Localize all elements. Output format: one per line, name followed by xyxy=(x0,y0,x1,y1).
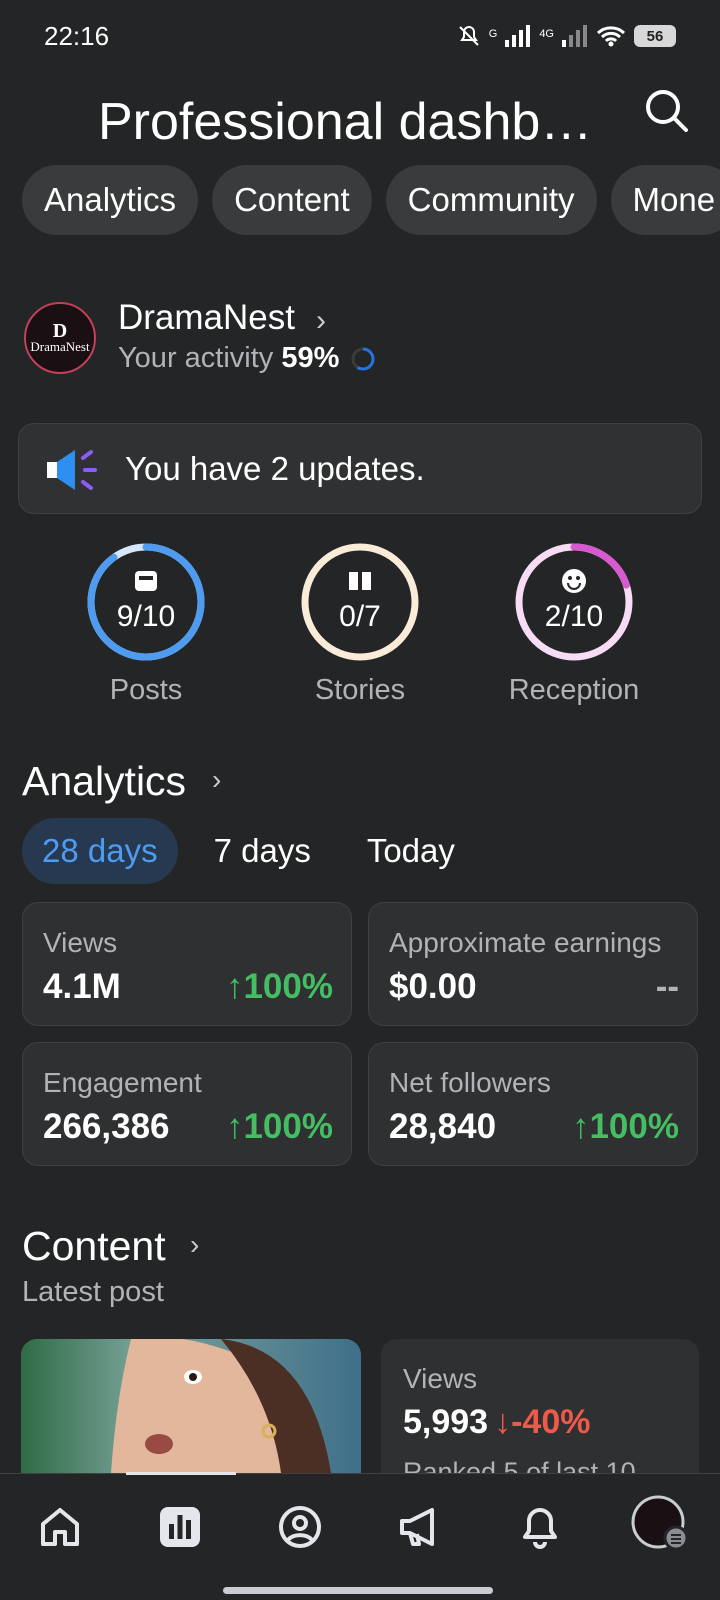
nav-profile[interactable] xyxy=(270,1500,330,1554)
earnings-card[interactable]: Approximate earnings $0.00 -- xyxy=(368,902,698,1026)
card-value: 28,840 xyxy=(389,1107,497,1146)
avatar-letter: D xyxy=(52,320,68,342)
card-change: -- xyxy=(655,967,679,1006)
status-bar: 22:16 G 4G 56 xyxy=(0,0,720,72)
analytics-chevron-icon[interactable]: › xyxy=(212,764,221,796)
page-avatar: D DramaNest xyxy=(24,302,96,374)
home-icon xyxy=(41,1508,79,1546)
profile-row[interactable]: D DramaNest DramaNest › Your activity 59… xyxy=(24,298,704,376)
range-7-days[interactable]: 7 days xyxy=(194,818,331,884)
post-icon xyxy=(135,571,157,591)
signal-icon xyxy=(505,25,531,47)
nav-home[interactable] xyxy=(30,1500,90,1554)
megaphone-icon xyxy=(47,450,97,490)
goal-posts[interactable]: 9/10 Posts xyxy=(66,540,226,720)
reception-count: 2/10 xyxy=(544,600,604,633)
header: Professional dashb… xyxy=(0,82,720,162)
card-label: Net followers xyxy=(389,1067,551,1098)
net-followers-card[interactable]: Net followers 28,840 ↑100% xyxy=(368,1042,698,1166)
card-change: ↑100% xyxy=(225,1107,333,1146)
network-4g-label: 4G xyxy=(539,28,554,40)
dashboard-icon xyxy=(160,1507,200,1547)
activity-progress-ring-icon xyxy=(351,347,375,371)
tab-community[interactable]: Community xyxy=(385,165,597,235)
post-views-value: 5,993 xyxy=(403,1403,489,1441)
battery-icon: 56 xyxy=(634,25,676,47)
activity-label: Your activity xyxy=(118,342,274,374)
post-thumbnail[interactable] xyxy=(21,1339,361,1473)
smile-icon xyxy=(562,569,586,593)
card-value: 4.1M xyxy=(43,967,121,1006)
post-views-change: ↓-40% xyxy=(494,1403,591,1441)
goal-reception[interactable]: 2/10 Reception xyxy=(494,540,654,720)
chevron-right-icon: › xyxy=(316,304,326,337)
post-views-value-row: 5,993 ↓-40% xyxy=(403,1403,590,1442)
bell-icon xyxy=(523,1508,557,1549)
content-title[interactable]: Content xyxy=(22,1223,166,1270)
stories-label: Stories xyxy=(314,674,406,706)
posts-label: Posts xyxy=(109,674,183,706)
post-views-label: Views xyxy=(403,1363,478,1394)
goal-rings: 9/10 Posts 0/7 Stories 2/10 Reception xyxy=(0,540,720,720)
network-g-label: G xyxy=(488,28,498,40)
nav-notifications[interactable] xyxy=(510,1500,570,1554)
engagement-card[interactable]: Engagement 266,386 ↑100% xyxy=(22,1042,352,1166)
range-28-days[interactable]: 28 days xyxy=(22,818,178,884)
post-stats-card[interactable]: Views 5,993 ↓-40% Ranked 5 of last 10 xyxy=(381,1339,699,1487)
latest-post-label: Latest post xyxy=(22,1276,164,1308)
search-button[interactable] xyxy=(640,84,694,138)
book-icon xyxy=(349,572,371,590)
nav-dashboard[interactable] xyxy=(150,1500,210,1554)
bottom-nav xyxy=(0,1472,720,1600)
card-label: Approximate earnings xyxy=(389,927,662,958)
content-chevron-icon[interactable]: › xyxy=(190,1229,199,1261)
search-icon xyxy=(646,90,688,132)
goal-stories[interactable]: 0/7 Stories xyxy=(280,540,440,720)
views-card[interactable]: Views 4.1M ↑100% xyxy=(22,902,352,1026)
range-today[interactable]: Today xyxy=(347,818,475,884)
nav-ads[interactable] xyxy=(390,1500,450,1554)
dashboard-tabs: Analytics Content Community Mone xyxy=(22,165,720,235)
status-time: 22:16 xyxy=(44,20,110,51)
card-change: ↑100% xyxy=(225,967,333,1006)
tab-monetization[interactable]: Mone xyxy=(610,165,720,235)
card-change: ↑100% xyxy=(571,1107,679,1146)
signal-weak-icon xyxy=(562,25,587,47)
avatar-icon xyxy=(631,1495,689,1551)
tab-content[interactable]: Content xyxy=(212,165,372,235)
posts-count: 9/10 xyxy=(116,600,176,633)
megaphone-nav-icon xyxy=(400,1508,434,1546)
range-tabs: 28 days 7 days Today xyxy=(22,818,491,884)
home-indicator[interactable] xyxy=(223,1587,493,1594)
activity-percent: 59% xyxy=(281,342,340,374)
nav-active-indicator xyxy=(126,1472,236,1475)
profile-icon xyxy=(279,1506,321,1548)
avatar-text: DramaNest xyxy=(30,339,90,354)
card-value: $0.00 xyxy=(389,967,477,1006)
nav-account-avatar[interactable] xyxy=(630,1494,690,1554)
post-thumbnail-image xyxy=(21,1339,361,1473)
card-value: 266,386 xyxy=(43,1107,170,1146)
tab-analytics[interactable]: Analytics xyxy=(22,165,199,235)
reception-label: Reception xyxy=(508,674,640,706)
card-label: Views xyxy=(43,927,118,958)
analytics-title[interactable]: Analytics xyxy=(22,758,186,805)
card-label: Engagement xyxy=(43,1067,202,1098)
updates-banner[interactable]: You have 2 updates. xyxy=(18,423,702,514)
profile-name: DramaNest xyxy=(118,298,295,337)
bell-muted-icon xyxy=(459,25,479,46)
stories-count: 0/7 xyxy=(339,600,381,633)
wifi-icon xyxy=(596,26,626,47)
activity-text: Your activity 59% xyxy=(118,342,339,375)
status-icons: G 4G 56 xyxy=(457,24,676,48)
updates-text: You have 2 updates. xyxy=(125,450,425,487)
page-title: Professional dashb… xyxy=(98,93,593,151)
